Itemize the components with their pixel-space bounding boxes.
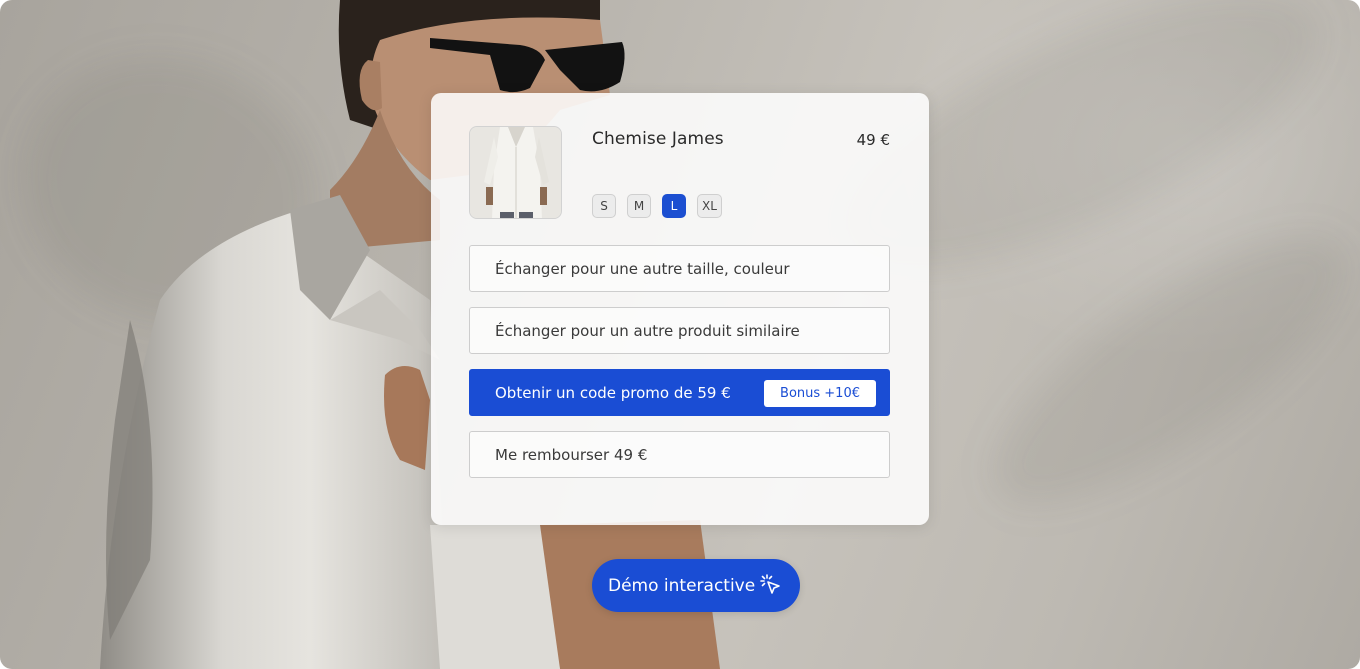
cursor-click-icon xyxy=(760,574,780,594)
size-option-l[interactable]: L xyxy=(662,194,686,218)
option-label: Me rembourser 49 € xyxy=(495,445,648,464)
size-option-xl[interactable]: XL xyxy=(697,194,722,218)
refund-option[interactable]: Me rembourser 49 € xyxy=(469,431,890,478)
return-options-card: Chemise James 49 € S M L XL Échanger pou… xyxy=(431,93,929,525)
exchange-similar-product-option[interactable]: Échanger pour un autre produit similaire xyxy=(469,307,890,354)
size-selector: S M L XL xyxy=(592,194,722,218)
size-option-m[interactable]: M xyxy=(627,194,651,218)
option-label: Échanger pour une autre taille, couleur xyxy=(495,259,790,278)
product-name: Chemise James xyxy=(592,129,724,149)
interactive-demo-button[interactable]: Démo interactive xyxy=(592,559,800,612)
option-label: Obtenir un code promo de 59 € xyxy=(495,383,731,402)
product-thumbnail xyxy=(469,126,562,219)
bonus-badge: Bonus +10€ xyxy=(764,380,876,407)
product-price: 49 € xyxy=(856,131,890,149)
option-label: Échanger pour un autre produit similaire xyxy=(495,321,800,340)
shirt-thumbnail-image xyxy=(470,127,561,218)
promo-code-option[interactable]: Obtenir un code promo de 59 € Bonus +10€ xyxy=(469,369,890,416)
exchange-size-color-option[interactable]: Échanger pour une autre taille, couleur xyxy=(469,245,890,292)
size-option-s[interactable]: S xyxy=(592,194,616,218)
demo-button-label: Démo interactive xyxy=(608,575,756,596)
